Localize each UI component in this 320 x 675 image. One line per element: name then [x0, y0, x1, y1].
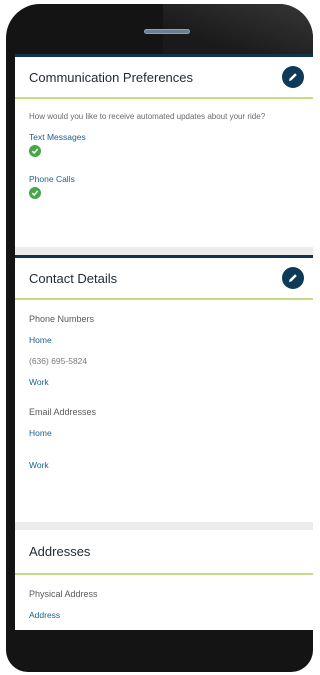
edit-contact-button[interactable]	[282, 267, 304, 289]
pencil-icon	[289, 73, 297, 81]
section-gap	[15, 522, 313, 530]
phone-speaker	[144, 29, 190, 34]
email-addresses-heading: Email Addresses	[29, 407, 97, 417]
phone-numbers-heading: Phone Numbers	[29, 314, 95, 324]
card-header: Communication Preferences	[15, 54, 313, 99]
contact-details-title: Contact Details	[29, 270, 118, 286]
addresses-title: Addresses	[29, 544, 91, 559]
updates-prompt: How would you like to receive automated …	[29, 112, 266, 121]
phone-home-link[interactable]: Home	[29, 335, 302, 345]
phone-frame: Communication Preferences How would you …	[6, 4, 313, 672]
text-messages-option[interactable]: Text Messages	[29, 132, 302, 142]
check-circle-icon	[29, 145, 41, 157]
card-body: How would you like to receive automated …	[15, 99, 313, 209]
physical-address-heading: Physical Address	[29, 589, 98, 599]
card-header: Contact Details	[15, 255, 313, 300]
email-work-link[interactable]: Work	[29, 460, 302, 470]
communication-preferences-card: Communication Preferences How would you …	[15, 54, 313, 247]
phone-home-number: (636) 695-5824	[29, 356, 88, 366]
app-screen[interactable]: Communication Preferences How would you …	[15, 54, 313, 630]
contact-details-card: Contact Details Phone Numbers Home (636)…	[15, 255, 313, 522]
addresses-card: Addresses Physical Address Address	[15, 530, 313, 630]
phone-work-link[interactable]: Work	[29, 377, 302, 387]
check-circle-icon	[29, 187, 41, 199]
card-body: Phone Numbers Home (636) 695-5824 Work E…	[15, 300, 313, 480]
email-home-link[interactable]: Home	[29, 428, 302, 438]
phone-calls-option[interactable]: Phone Calls	[29, 174, 302, 184]
card-header: Addresses	[15, 530, 313, 575]
section-gap	[15, 247, 313, 255]
pencil-icon	[289, 274, 297, 282]
communication-preferences-title: Communication Preferences	[29, 69, 194, 85]
card-body: Physical Address Address	[15, 575, 313, 630]
address-link[interactable]: Address	[29, 610, 302, 620]
screen-content: Communication Preferences How would you …	[15, 54, 313, 630]
edit-communication-button[interactable]	[282, 66, 304, 88]
